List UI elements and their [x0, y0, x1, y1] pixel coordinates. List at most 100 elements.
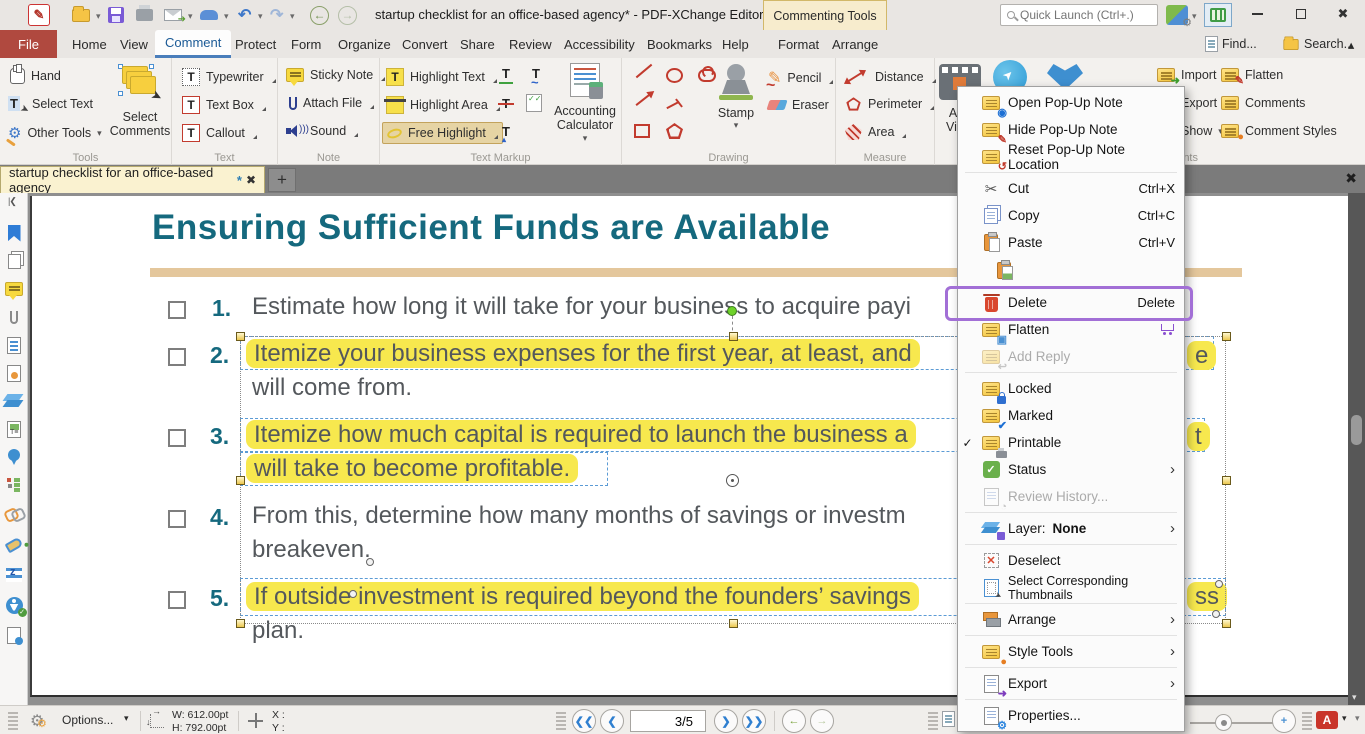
menu-item-style-tools[interactable]: ●Style Tools› [958, 638, 1184, 665]
close-button[interactable]: ✖ [1321, 0, 1365, 28]
undo-dropdown-chevron[interactable]: ▾ [258, 11, 263, 22]
print-button[interactable] [136, 4, 153, 26]
rectangle-tool-button[interactable] [634, 124, 650, 138]
arrow-tool-button[interactable] [634, 98, 654, 100]
launch-application-button[interactable] [1204, 3, 1232, 27]
select-comments-button[interactable]: ➤ Select Comments [112, 64, 168, 139]
free-highlight-button-active[interactable]: Free Highlight [382, 122, 503, 144]
menu-item-locked[interactable]: Locked [958, 375, 1184, 402]
menu-item-copy[interactable]: CopyCtrl+C [958, 202, 1184, 229]
menu-review[interactable]: Review [499, 30, 562, 58]
menu-view[interactable]: View [110, 30, 158, 58]
annotation-point-handle-3[interactable] [1215, 580, 1223, 588]
statusbar-gear-icon[interactable]: ⚙ [30, 711, 44, 731]
spell-check-button[interactable]: ✓✓ [526, 94, 542, 112]
menu-item-printable[interactable]: ✓Printable [958, 429, 1184, 456]
line-tool-button[interactable] [634, 70, 654, 72]
menu-file[interactable]: File [0, 30, 57, 58]
checkbox-item3[interactable] [168, 429, 186, 447]
scan-button[interactable] [200, 4, 218, 26]
sidebar-attachments-icon[interactable] [4, 307, 24, 327]
quick-launch-input[interactable] [1020, 8, 1140, 22]
import-comments-button[interactable]: ➜Import [1157, 68, 1216, 82]
first-page-button[interactable]: ❮❮ [572, 709, 596, 733]
save-button[interactable] [108, 4, 124, 26]
menu-item-delete[interactable]: DeleteDelete [958, 289, 1184, 316]
highlight-area-button[interactable]: Highlight Area [386, 96, 500, 114]
sidebar-signatures-icon[interactable] [4, 363, 24, 383]
polygon-tool-button[interactable] [666, 123, 683, 139]
menu-item-properties[interactable]: ⚙Properties... [958, 702, 1184, 729]
menu-item-deselect[interactable]: ✕Deselect [958, 547, 1184, 574]
fit-page-icon[interactable] [942, 711, 955, 727]
redo-dropdown-chevron[interactable]: ▾ [290, 11, 295, 22]
menu-item-export[interactable]: ➜Export› [958, 670, 1184, 697]
adobe-dropdown-chevron[interactable]: ▾ [1342, 713, 1347, 724]
tab-close-icon[interactable]: ✖ [246, 173, 256, 187]
undo-button[interactable]: ↶ [238, 4, 251, 26]
accounting-calculator-button[interactable]: Accounting Calculator ▾ [552, 63, 618, 143]
selection-handle-mid-left[interactable] [236, 476, 245, 485]
menu-item-layer[interactable]: Layer:None› [958, 515, 1184, 542]
selection-handle-top-center[interactable] [729, 332, 738, 341]
sidebar-collapse-button[interactable]: |❮ [8, 196, 16, 207]
document-tab-active[interactable]: startup checklist for an office-based ag… [0, 166, 265, 193]
sidebar-links-icon[interactable] [4, 503, 24, 523]
sound-button[interactable]: )))Sound [286, 124, 358, 138]
menu-item-paste[interactable]: PasteCtrl+V [958, 229, 1184, 256]
menu-arrange[interactable]: Arrange [822, 30, 888, 58]
select-text-button[interactable]: Select Text [8, 96, 93, 112]
email-button[interactable] [164, 4, 182, 26]
selection-handle-top-left[interactable] [236, 332, 245, 341]
adobe-reader-icon[interactable]: A [1316, 711, 1338, 729]
open-file-button[interactable] [72, 4, 90, 26]
comments-pane-button[interactable]: Comments [1221, 96, 1305, 110]
annotation-point-handle-4[interactable] [1212, 610, 1220, 618]
plugins-icon[interactable] [1166, 5, 1188, 25]
typewriter-button[interactable]: TTypewriter [182, 68, 276, 86]
stamp-button[interactable]: Stamp ▾ [714, 64, 758, 131]
next-view-button[interactable]: → [810, 709, 834, 733]
statusbar-expand-chevron[interactable]: ▾ [1355, 713, 1360, 724]
vertical-scrollbar[interactable]: ▾ [1348, 193, 1365, 705]
sidebar-accessibility-check-icon[interactable] [4, 625, 24, 645]
history-back-button[interactable]: ← [310, 4, 329, 26]
next-page-button[interactable]: ❯ [714, 709, 738, 733]
sidebar-comments-icon[interactable] [4, 279, 24, 299]
zoom-slider-track[interactable] [1190, 722, 1275, 724]
underline-text-button[interactable]: T [498, 66, 514, 82]
menu-accessibility[interactable]: Accessibility [554, 30, 645, 58]
previous-view-button[interactable]: ← [782, 709, 806, 733]
sidebar-content-icon[interactable] [4, 419, 24, 439]
menu-item-status[interactable]: ✓Status› [958, 456, 1184, 483]
squiggly-underline-button[interactable]: T [528, 66, 544, 82]
text-box-button[interactable]: TText Box [182, 96, 266, 114]
checkbox-item4[interactable] [168, 510, 186, 528]
checkbox-item5[interactable] [168, 591, 186, 609]
area-tool-button[interactable]: Area [845, 124, 906, 140]
distance-tool-button[interactable]: Distance [845, 70, 936, 84]
tabbar-close-icon[interactable]: ✖ [1345, 170, 1357, 187]
oval-tool-button[interactable] [666, 68, 683, 83]
menu-item-open-popup-note[interactable]: ◉Open Pop-Up Note [958, 89, 1184, 116]
search-button[interactable]: Search... [1282, 30, 1354, 58]
selection-handle-mid-right[interactable] [1222, 476, 1231, 485]
flatten-comments-button[interactable]: ✎Flatten [1221, 68, 1283, 82]
menu-item-flatten[interactable]: ▣Flatten [958, 316, 1184, 343]
rotation-handle[interactable] [727, 306, 737, 316]
sidebar-tags-icon[interactable] [4, 535, 24, 555]
menu-item-hide-popup-note[interactable]: ✎Hide Pop-Up Note [958, 116, 1184, 143]
menu-form[interactable]: Form [281, 30, 331, 58]
menu-comment-selected[interactable]: Comment [155, 30, 231, 58]
hand-tool-button[interactable]: Hand [10, 68, 61, 84]
menu-item-marked[interactable]: ✔Marked [958, 402, 1184, 429]
highlight-text-button[interactable]: THighlight Text [386, 68, 497, 86]
sidebar-order-icon[interactable] [4, 565, 24, 585]
menu-item-arrange[interactable]: Arrange› [958, 606, 1184, 633]
menu-bookmarks[interactable]: Bookmarks [637, 30, 722, 58]
menu-organize[interactable]: Organize [328, 30, 401, 58]
email-dropdown-chevron[interactable]: ▾ [188, 11, 193, 22]
last-page-button[interactable]: ❯❯ [742, 709, 766, 733]
attach-file-button[interactable]: Attach File [289, 96, 374, 110]
menu-share[interactable]: Share [450, 30, 505, 58]
